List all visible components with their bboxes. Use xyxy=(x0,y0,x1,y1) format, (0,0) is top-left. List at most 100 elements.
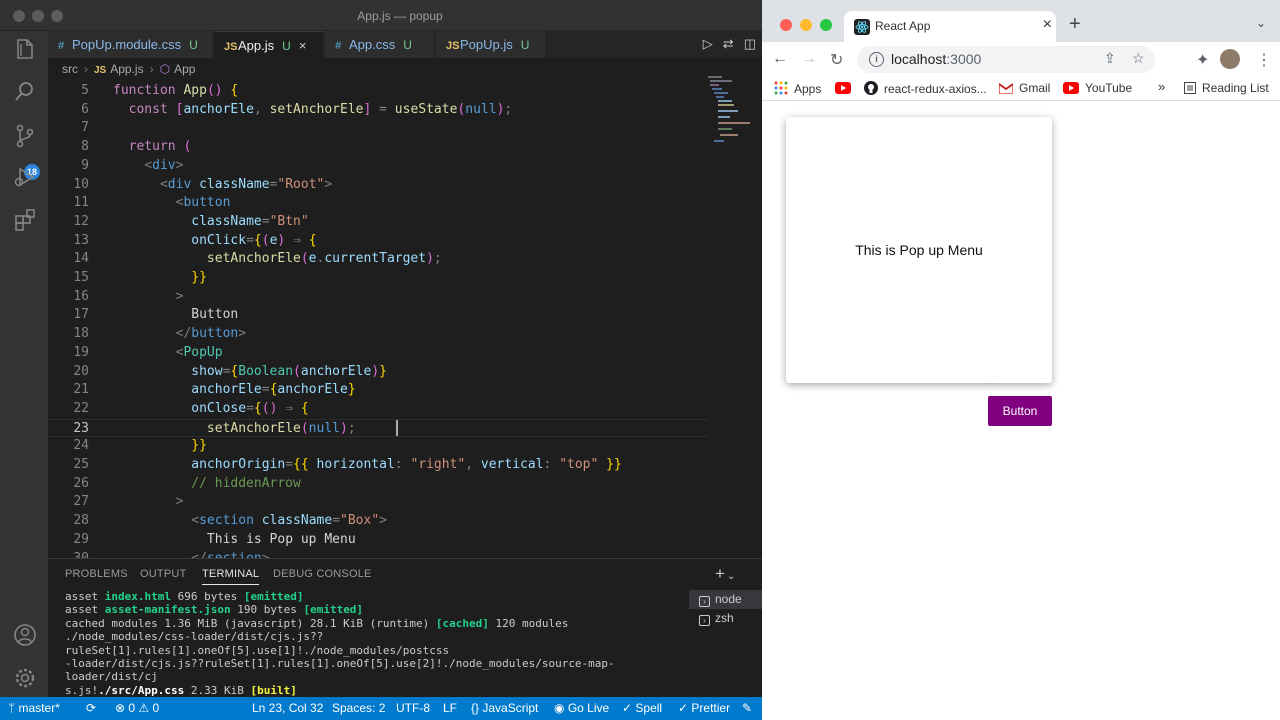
sync-icon[interactable]: ⟳ xyxy=(86,697,96,720)
code-line[interactable]: 26 // hiddenArrow xyxy=(48,475,708,494)
forward-button[interactable]: → xyxy=(801,50,817,68)
code-line[interactable]: 23 setAnchorEle(null); xyxy=(48,418,708,438)
account-icon[interactable] xyxy=(12,622,38,648)
address-bar[interactable]: i localhost:3000 ⇪ ☆ xyxy=(857,46,1155,73)
tab-app-js[interactable]: JSApp.js U × xyxy=(214,31,324,58)
bookmark-apps[interactable]: Apps xyxy=(774,81,821,96)
breadcrumb-folder[interactable]: src xyxy=(62,62,78,76)
code-line[interactable]: 16 > xyxy=(48,288,708,307)
status-bar: ᛘ master* ⟳ ⊗ 0 ⚠ 0 Ln 23, Col 32 Spaces… xyxy=(0,697,762,720)
code-line[interactable]: 24 }} xyxy=(48,437,708,456)
tab-app-css[interactable]: # App.css U xyxy=(325,31,435,58)
extensions-icon[interactable] xyxy=(12,207,38,233)
close-window-button[interactable] xyxy=(780,19,792,31)
text-cursor xyxy=(396,420,398,437)
encoding-status[interactable]: UTF-8 xyxy=(396,697,430,720)
search-icon[interactable] xyxy=(12,79,38,105)
avatar[interactable] xyxy=(1220,49,1240,69)
browser-toolbar: ← → ↻ i localhost:3000 ⇪ ☆ ✦ ⋮ xyxy=(762,42,1280,77)
close-icon[interactable]: × xyxy=(299,38,307,53)
line-number: 27 xyxy=(73,494,89,510)
code-line[interactable]: 29 This is Pop up Menu xyxy=(48,531,708,550)
more-menu-icon[interactable]: ⋮ xyxy=(1256,50,1272,70)
zoom-window-button[interactable] xyxy=(820,19,832,31)
branch-status[interactable]: ᛘ master* xyxy=(8,697,60,720)
breadcrumb-symbol[interactable]: App xyxy=(174,62,195,76)
run-debug-icon[interactable] xyxy=(12,164,38,190)
browser-tab[interactable]: React App × xyxy=(844,11,1056,42)
code-line[interactable]: 10 <div className="Root"> xyxy=(48,176,708,195)
close-icon[interactable]: × xyxy=(1043,16,1052,34)
more-bookmarks-button[interactable]: » xyxy=(1158,79,1165,94)
tab-output[interactable]: OUTPUT xyxy=(140,568,186,580)
share-icon[interactable]: ⇪ xyxy=(1104,50,1116,67)
terminal-item-node[interactable]: › node xyxy=(689,590,762,609)
terminal-list: › node › zsh xyxy=(689,590,762,628)
bookmark-react-redux-axios[interactable]: react-redux-axios... xyxy=(864,81,987,96)
minimize-window-button[interactable] xyxy=(800,19,812,31)
go-live-button[interactable]: ◉ Go Live xyxy=(554,697,609,720)
info-icon[interactable]: i xyxy=(869,52,884,67)
code-line[interactable]: 12 className="Btn" xyxy=(48,213,708,232)
compare-icon[interactable]: ⇄ xyxy=(723,36,734,51)
code-line[interactable]: 30 </section> xyxy=(48,550,708,559)
breadcrumb-file[interactable]: App.js xyxy=(110,62,143,76)
code-line[interactable]: 7 xyxy=(48,119,708,138)
indentation-status[interactable]: Spaces: 2 xyxy=(332,697,385,720)
gear-icon[interactable] xyxy=(12,665,38,691)
explorer-icon[interactable] xyxy=(12,36,38,62)
bookmark-youtube[interactable]: YouTube xyxy=(1063,81,1132,95)
eol-status[interactable]: LF xyxy=(443,697,457,720)
code-line[interactable]: 5 function App() { xyxy=(48,82,708,101)
problems-status[interactable]: ⊗ 0 ⚠ 0 xyxy=(115,697,159,720)
tab-popup-module-css[interactable]: # PopUp.module.css U xyxy=(48,31,213,58)
minimap[interactable] xyxy=(706,76,758,156)
code-line[interactable]: 6 const [anchorEle, setAnchorEle] = useS… xyxy=(48,101,708,120)
code-line[interactable]: 28 <section className="Box"> xyxy=(48,512,708,531)
tab-popup-js[interactable]: JSPopUp.js U xyxy=(436,31,546,58)
code-line[interactable]: 20 show={Boolean(anchorEle)} xyxy=(48,363,708,382)
code-line[interactable]: 19 <PopUp xyxy=(48,344,708,363)
page-button[interactable]: Button xyxy=(988,396,1052,426)
star-icon[interactable]: ☆ xyxy=(1132,50,1145,67)
new-terminal-icon[interactable]: + ⌄ xyxy=(715,564,735,584)
check-icon: ✓ xyxy=(622,701,636,715)
chevron-down-icon[interactable]: ⌄ xyxy=(1256,16,1266,30)
line-number: 14 xyxy=(73,251,89,267)
source-control-icon[interactable] xyxy=(12,123,38,149)
code-line[interactable]: 8 return ( xyxy=(48,138,708,157)
tab-problems[interactable]: PROBLEMS xyxy=(65,568,128,580)
code-line[interactable]: 15 }} xyxy=(48,269,708,288)
code-line[interactable]: 17 Button xyxy=(48,306,708,325)
code-line[interactable]: 27 > xyxy=(48,493,708,512)
code-line[interactable]: 21 anchorEle={anchorEle} xyxy=(48,381,708,400)
spell-status[interactable]: ✓ Spell xyxy=(622,697,662,720)
bookmark-gmail[interactable]: Gmail xyxy=(999,81,1050,95)
code-line[interactable]: 14 setAnchorEle(e.currentTarget); xyxy=(48,250,708,269)
code-editor[interactable]: 5 function App() {6 const [anchorEle, set… xyxy=(48,82,762,558)
language-status[interactable]: {} JavaScript xyxy=(471,697,538,720)
extensions-puzzle-icon[interactable]: ✦ xyxy=(1196,50,1209,70)
split-editor-icon[interactable]: ◫ xyxy=(744,36,756,51)
code-line[interactable]: 9 <div> xyxy=(48,157,708,176)
terminal-line: asset asset-manifest.json 190 bytes [emi… xyxy=(65,603,364,617)
code-line[interactable]: 11 <button xyxy=(48,194,708,213)
code-line[interactable]: 13 onClick={(e) ⇒ { xyxy=(48,232,708,251)
cursor-position[interactable]: Ln 23, Col 32 xyxy=(252,697,323,720)
code-line[interactable]: 22 onClose={() ⇒ { xyxy=(48,400,708,419)
new-tab-button[interactable]: + xyxy=(1069,13,1081,36)
prettier-status[interactable]: ✓ Prettier xyxy=(678,697,730,720)
reading-list-button[interactable]: Reading List xyxy=(1184,81,1269,95)
terminal-label: node xyxy=(715,592,742,606)
popup-menu[interactable]: This is Pop up Menu xyxy=(786,117,1052,383)
code-line[interactable]: 25 anchorOrigin={{ horizontal: "right", … xyxy=(48,456,708,475)
reload-button[interactable]: ↻ xyxy=(830,50,843,70)
terminal-item-zsh[interactable]: › zsh xyxy=(689,609,762,628)
back-button[interactable]: ← xyxy=(772,50,788,68)
code-line[interactable]: 18 </button> xyxy=(48,325,708,344)
feedback-icon[interactable]: ✎ xyxy=(742,697,752,720)
tab-debug-console[interactable]: DEBUG CONSOLE xyxy=(273,568,372,580)
youtube-icon[interactable] xyxy=(835,81,857,95)
tab-terminal[interactable]: TERMINAL xyxy=(202,568,260,585)
run-icon[interactable]: ▷ xyxy=(703,36,713,51)
